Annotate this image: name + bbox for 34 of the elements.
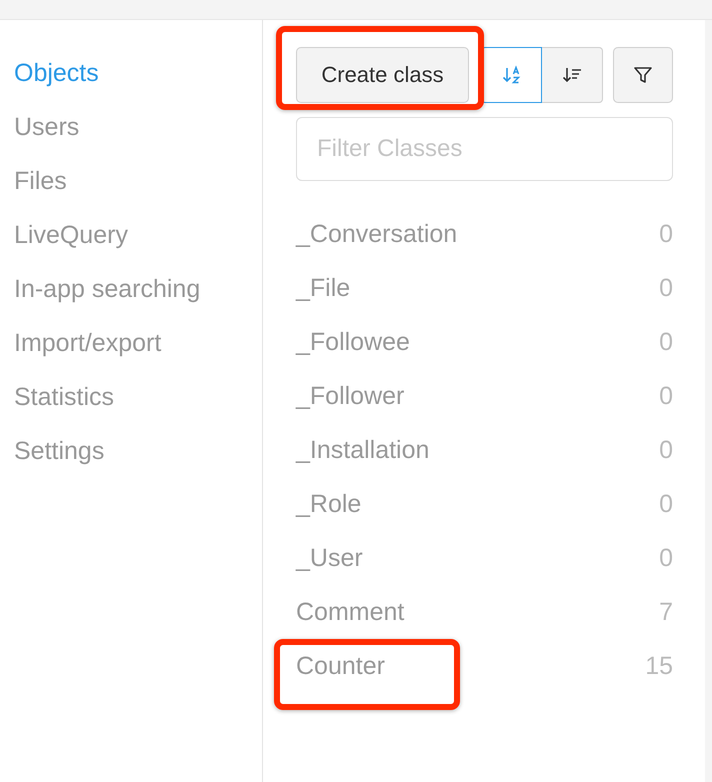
class-name[interactable]: _Followee: [296, 328, 410, 356]
object-count: 0: [659, 220, 673, 248]
sidebar-item[interactable]: LiveQuery: [14, 220, 128, 250]
class-name[interactable]: _Conversation: [296, 220, 458, 248]
object-count: 7: [659, 598, 673, 626]
class-name[interactable]: Counter: [296, 652, 385, 680]
class-name[interactable]: _File: [296, 274, 350, 302]
sort-lines-icon: [561, 65, 583, 85]
class-name[interactable]: _Follower: [296, 382, 404, 410]
object-count: 15: [645, 652, 673, 680]
object-count: 0: [659, 490, 673, 518]
object-count: 0: [659, 544, 673, 572]
create-class-button[interactable]: Create class: [296, 47, 469, 103]
sort-alpha-icon: [500, 65, 522, 85]
funnel-icon: [633, 65, 653, 85]
sidebar-item[interactable]: Settings: [14, 436, 104, 466]
sidebar-item[interactable]: Files: [14, 166, 67, 196]
class-name[interactable]: _User: [296, 544, 363, 572]
sidebar-item[interactable]: Statistics: [14, 382, 114, 412]
class-name[interactable]: _Installation: [296, 436, 430, 464]
object-count: 0: [659, 436, 673, 464]
class-name[interactable]: _Role: [296, 490, 362, 518]
sidebar-item[interactable]: Import/export: [14, 328, 162, 358]
sidebar-item[interactable]: In-app searching: [14, 274, 200, 304]
object-count: 0: [659, 328, 673, 356]
object-count: 0: [659, 382, 673, 410]
class-name[interactable]: Comment: [296, 598, 404, 626]
sort-count-button[interactable]: [542, 47, 603, 103]
object-count: 0: [659, 274, 673, 302]
sort-alpha-button[interactable]: [481, 47, 542, 103]
filter-button[interactable]: [613, 47, 673, 103]
sidebar-item[interactable]: Users: [14, 112, 80, 142]
filter-field[interactable]: Filter Classes: [296, 117, 673, 181]
sidebar-item[interactable]: Objects: [14, 58, 99, 88]
